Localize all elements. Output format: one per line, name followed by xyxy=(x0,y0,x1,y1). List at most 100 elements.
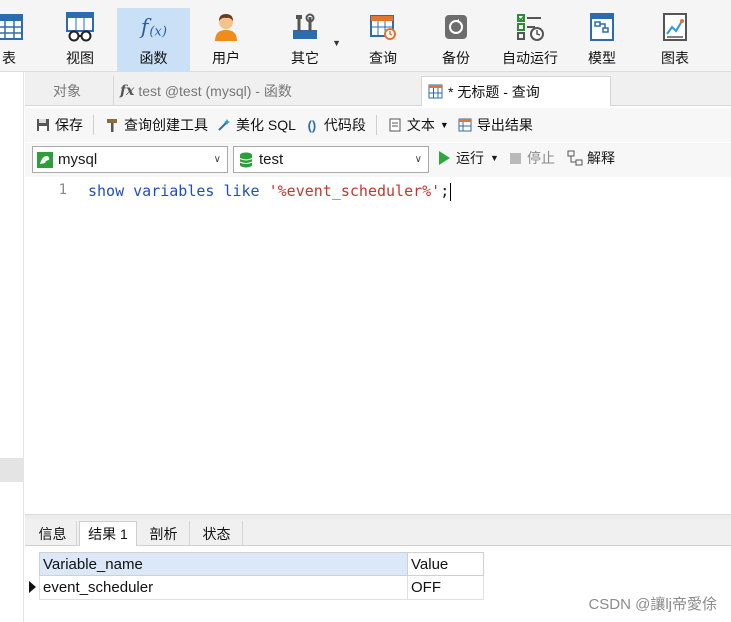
function-icon: f (x) xyxy=(139,12,169,42)
sql-keyword: variables xyxy=(133,182,215,200)
connection-select-value: mysql xyxy=(58,151,98,168)
line-number-gutter: 1 xyxy=(25,178,71,514)
query-builder-button[interactable]: 查询创建工具 xyxy=(100,112,212,138)
ribbon-button-function[interactable]: f (x) 函数 xyxy=(117,8,190,72)
ribbon-button-query[interactable]: 查询 xyxy=(361,8,405,72)
connection-select[interactable]: mysql ∨ xyxy=(32,146,228,173)
ribbon-button-view[interactable]: 视图 xyxy=(54,8,106,72)
toolbar-separator xyxy=(93,115,94,135)
document-tab-bar: 对象 fx test @test (mysql) - 函数 * 无标题 - 查询 xyxy=(25,72,731,106)
ribbon-button-table[interactable]: 表 xyxy=(0,8,26,72)
sql-editor[interactable]: 1 show variables like '%event_scheduler%… xyxy=(25,178,731,514)
table-icon xyxy=(0,12,24,42)
braces-icon: () xyxy=(307,117,317,133)
result-tab-bar: 信息 结果 1 剖析 状态 xyxy=(25,519,731,546)
ribbon-button-other[interactable]: 其它 ▼ xyxy=(283,8,341,72)
explain-label: 解释 xyxy=(587,150,615,166)
text-mode-button[interactable]: 文本 ▼ xyxy=(383,112,453,138)
column-header-value[interactable]: Value xyxy=(407,552,484,576)
ribbon-label-model: 模型 xyxy=(588,50,616,66)
beautify-sql-button[interactable]: 美化 SQL xyxy=(212,112,300,138)
tab-function[interactable]: fx test @test (mysql) - 函数 xyxy=(113,76,419,106)
ribbon-button-model[interactable]: 模型 xyxy=(580,8,624,72)
ribbon-label-user: 用户 xyxy=(212,50,240,66)
sql-string-literal: '%event_scheduler%' xyxy=(268,182,441,200)
chevron-down-icon[interactable]: ∨ xyxy=(415,154,422,165)
function-icon: fx xyxy=(120,83,135,99)
tools-icon xyxy=(290,12,320,42)
tab-query-label: * 无标题 - 查询 xyxy=(448,83,540,100)
tab-result-1-label: 结果 1 xyxy=(88,526,128,542)
play-icon xyxy=(439,151,450,165)
run-button[interactable]: 运行 ▼ xyxy=(439,148,499,168)
ribbon-button-backup[interactable]: 备份 xyxy=(434,8,478,72)
view-icon xyxy=(65,12,95,42)
navigation-selected-row[interactable] xyxy=(0,458,24,482)
connection-selector-row: mysql ∨ test ∨ 运行 ▼ 停止 解释 xyxy=(25,143,731,177)
export-icon xyxy=(457,117,473,133)
ribbon-label-view: 视图 xyxy=(66,50,94,66)
schedule-icon xyxy=(515,12,545,42)
save-label: 保存 xyxy=(55,117,83,133)
svg-text:(x): (x) xyxy=(149,24,167,39)
sql-keyword: like xyxy=(223,182,260,200)
backup-icon xyxy=(441,12,471,42)
line-number: 1 xyxy=(58,182,67,198)
explain-icon xyxy=(567,150,583,166)
text-cursor xyxy=(450,182,452,201)
ribbon-label-query: 查询 xyxy=(369,50,397,66)
ribbon-label-auto-run: 自动运行 xyxy=(502,50,558,66)
ribbon-button-auto-run[interactable]: 自动运行 xyxy=(498,8,562,72)
query-toolbar: 保存 查询创建工具 美化 SQL () 代码段 文本 ▼ 导出结果 xyxy=(25,108,731,142)
query-builder-label: 查询创建工具 xyxy=(124,117,208,133)
tab-status[interactable]: 状态 xyxy=(191,521,243,546)
cell-value: OFF xyxy=(411,579,441,596)
chevron-down-icon[interactable]: ▼ xyxy=(490,153,499,163)
hammer-icon xyxy=(104,117,120,133)
chevron-down-icon[interactable]: ∨ xyxy=(214,154,221,165)
chevron-down-icon[interactable]: ▼ xyxy=(332,38,341,48)
tab-info[interactable]: 信息 xyxy=(29,521,77,546)
tab-objects[interactable]: 对象 xyxy=(47,76,121,106)
main-ribbon-toolbar: 表 视图 f (x) 函数 用户 其它 ▼ 查询 备份 自动运行 模型 图表 xyxy=(0,0,731,72)
tab-profile[interactable]: 剖析 xyxy=(138,521,190,546)
code-line[interactable]: show variables like '%event_scheduler%'; xyxy=(88,182,452,201)
stop-label: 停止 xyxy=(527,150,555,166)
ribbon-label-other: 其它 xyxy=(291,50,319,66)
stop-button[interactable]: 停止 xyxy=(510,148,555,168)
database-select-value: test xyxy=(259,151,284,168)
column-header-label: Value xyxy=(411,555,449,573)
table-cell[interactable]: OFF xyxy=(407,576,484,600)
column-header-variable-name[interactable]: Variable_name xyxy=(39,552,408,576)
run-label: 运行 xyxy=(456,150,484,166)
ribbon-label-chart: 图表 xyxy=(661,50,689,66)
database-select[interactable]: test ∨ xyxy=(233,146,429,173)
chevron-down-icon[interactable]: ▼ xyxy=(440,120,449,130)
toolbar-separator xyxy=(375,115,377,135)
code-snippet-label: 代码段 xyxy=(323,117,366,133)
ribbon-label-backup: 备份 xyxy=(442,50,470,66)
tab-result-1[interactable]: 结果 1 xyxy=(79,521,137,546)
navigation-pane-edge[interactable] xyxy=(0,72,24,622)
tab-objects-label: 对象 xyxy=(53,83,81,99)
query-icon xyxy=(428,84,444,100)
export-results-button[interactable]: 导出结果 xyxy=(453,112,537,138)
save-button[interactable]: 保存 xyxy=(31,112,87,138)
explain-button[interactable]: 解释 xyxy=(567,148,615,168)
table-cell[interactable]: event_scheduler xyxy=(39,576,408,600)
model-icon xyxy=(587,12,617,42)
code-snippet-button[interactable]: () 代码段 xyxy=(300,112,370,138)
magic-wand-icon xyxy=(216,117,232,133)
tab-profile-label: 剖析 xyxy=(149,525,178,542)
ribbon-label-function: 函数 xyxy=(139,50,168,66)
ribbon-button-chart[interactable]: 图表 xyxy=(653,8,697,72)
watermark-text: CSDN @讓lj帝愛俆 xyxy=(588,596,717,613)
query-icon xyxy=(368,12,398,42)
save-icon xyxy=(35,117,51,133)
tab-info-label: 信息 xyxy=(38,525,67,542)
sql-keyword: show xyxy=(88,182,125,200)
chart-icon xyxy=(660,12,690,42)
tab-query[interactable]: * 无标题 - 查询 xyxy=(421,76,611,106)
tab-status-label: 状态 xyxy=(202,525,231,542)
ribbon-button-user[interactable]: 用户 xyxy=(204,8,248,72)
